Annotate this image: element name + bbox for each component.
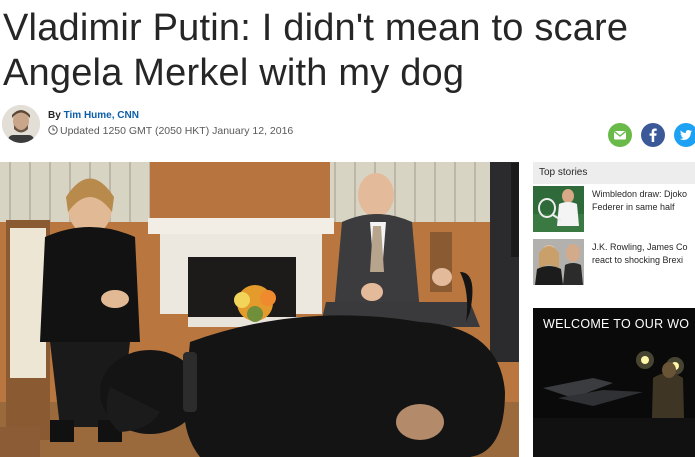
facebook-share-button[interactable] xyxy=(641,123,665,147)
story-title-line-2: Federer in same half xyxy=(592,202,675,212)
story-thumbnail[interactable] xyxy=(533,186,584,232)
author-link[interactable]: Tim Hume, CNN xyxy=(64,110,139,121)
story-title[interactable]: J.K. Rowling, James Co react to shocking… xyxy=(592,241,695,267)
headline-line-1: Vladimir Putin: I didn't mean to scare xyxy=(3,7,629,49)
email-icon xyxy=(608,123,632,147)
sidebar: Top stories Wimbledon draw: Djoko Federe… xyxy=(533,162,695,457)
updated-text: Updated 1250 GMT (2050 HKT) January 12, … xyxy=(60,125,294,137)
advertisement[interactable]: WELCOME TO OUR WO xyxy=(533,308,695,457)
email-share-button[interactable] xyxy=(608,123,632,147)
facebook-icon xyxy=(641,123,665,147)
story-item[interactable]: Wimbledon draw: Djoko Federer in same ha… xyxy=(533,186,695,232)
story-title-line-1: Wimbledon draw: Djoko xyxy=(592,189,688,199)
headline-line-2: Angela Merkel with my dog xyxy=(3,52,465,94)
story-thumbnail[interactable] xyxy=(533,239,584,285)
clock-icon xyxy=(48,125,58,138)
story-item[interactable]: J.K. Rowling, James Co react to shocking… xyxy=(533,239,695,285)
story-title-line-2: react to shocking Brexi xyxy=(592,255,684,265)
photo-credit-strip xyxy=(511,163,519,257)
ad-headline: WELCOME TO OUR WO xyxy=(543,317,690,331)
top-stories-header: Top stories xyxy=(533,162,695,184)
author-line: By Tim Hume, CNN xyxy=(48,110,139,121)
byline: By Tim Hume, CNN Updated 1250 GMT (2050 … xyxy=(0,103,695,147)
story-title[interactable]: Wimbledon draw: Djoko Federer in same ha… xyxy=(592,188,695,214)
twitter-share-button[interactable] xyxy=(674,123,695,147)
author-avatar[interactable] xyxy=(2,105,40,143)
article-photo[interactable] xyxy=(0,162,519,457)
story-title-line-1: J.K. Rowling, James Co xyxy=(592,242,688,252)
headline: Vladimir Putin: I didn't mean to scare A… xyxy=(3,6,695,96)
updated-timestamp: Updated 1250 GMT (2050 HKT) January 12, … xyxy=(48,125,293,138)
by-prefix: By xyxy=(48,110,61,121)
twitter-icon xyxy=(674,123,695,147)
